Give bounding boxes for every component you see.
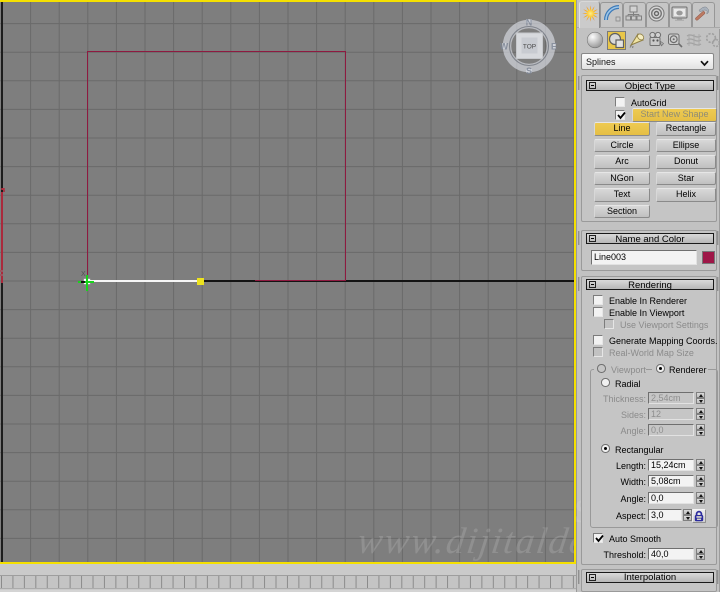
svg-text:TOP: TOP xyxy=(523,44,536,51)
svg-text:E: E xyxy=(551,42,557,52)
svg-text:W: W xyxy=(500,42,509,52)
svg-text:S: S xyxy=(526,66,532,76)
svg-text:N: N xyxy=(526,18,533,28)
